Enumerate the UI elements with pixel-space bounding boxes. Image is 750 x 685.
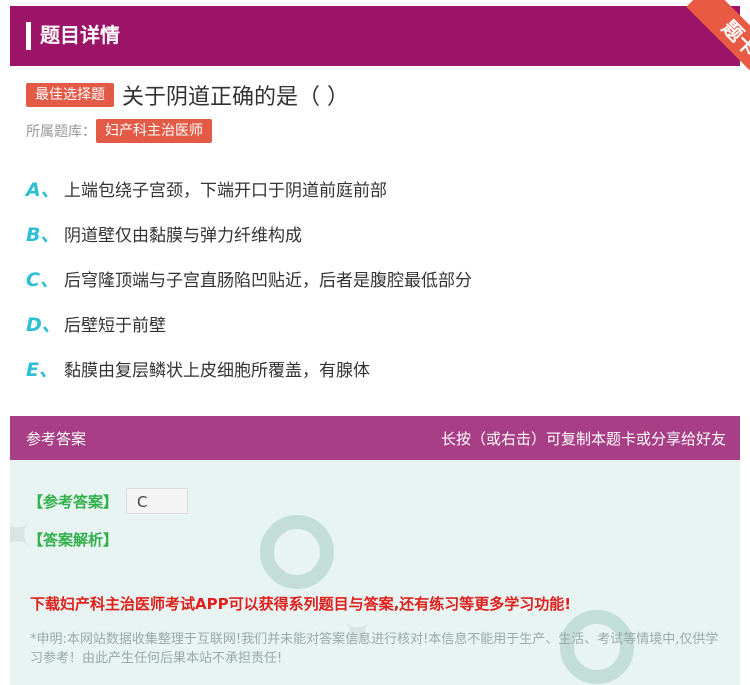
option-text: 后穹隆顶端与子宫直肠陷凹贴近，后者是腹腔最低部分: [64, 270, 472, 291]
option-letter: E、: [26, 358, 58, 381]
option-a[interactable]: A、 上端包绕子宫颈，下端开口于阴道前庭前部: [26, 174, 387, 202]
app-download-link[interactable]: 下载妇产科主治医师考试APP可以获得系列题目与答案,还有练习等更多学习功能!: [30, 593, 571, 614]
question-text: 关于阴道正确的是（ ）: [122, 85, 349, 110]
option-letter: D、: [26, 313, 61, 336]
option-letter: A、: [26, 178, 60, 201]
option-letter: C、: [26, 268, 59, 291]
question-bank-line: 所属题库： 妇产科主治医师: [26, 119, 212, 143]
answer-row: 【参考答案】 C: [28, 488, 189, 514]
page-title: 题目详情: [40, 23, 120, 47]
option-c[interactable]: C、 后穹隆顶端与子宫直肠陷凹贴近，后者是腹腔最低部分: [26, 264, 472, 292]
option-b[interactable]: B、 阴道壁仅由黏膜与弹力纤维构成: [26, 219, 302, 247]
bank-label: 所属题库：: [26, 124, 96, 140]
header-accent-bar: [26, 22, 31, 50]
question-card-ribbon: 题卡: [666, 0, 750, 90]
bank-link[interactable]: 妇产科主治医师: [96, 119, 212, 143]
ribbon-label: 题卡: [686, 0, 750, 90]
option-text: 黏膜由复层鳞状上皮细胞所覆盖，有腺体: [64, 360, 370, 381]
watermark-logo-icon: [260, 515, 334, 589]
analysis-label: 【答案解析】: [28, 531, 119, 549]
option-e[interactable]: E、 黏膜由复层鳞状上皮细胞所覆盖，有腺体: [26, 354, 370, 382]
page-header: 题目详情: [10, 6, 740, 66]
question-line: 最佳选择题 关于阴道正确的是（ ）: [26, 80, 349, 110]
answer-label: 【参考答案】: [28, 492, 119, 511]
disclaimer-text: *申明:本网站数据收集整理于互联网!我们并未能对答案信息进行核对!本信息不能用于…: [30, 632, 719, 666]
answer-header-title: 参考答案: [26, 430, 87, 448]
option-text: 上端包绕子宫颈，下端开口于阴道前庭前部: [64, 180, 387, 201]
option-text: 后壁短于前壁: [64, 315, 166, 336]
question-type-badge: 最佳选择题: [26, 83, 114, 107]
option-text: 阴道壁仅由黏膜与弹力纤维构成: [64, 225, 302, 246]
answer-value: C: [126, 488, 189, 514]
option-letter: B、: [26, 223, 60, 246]
answer-header: 参考答案 长按（或右击）可复制本题卡或分享给好友: [10, 416, 740, 460]
answer-body: ✦ ✦ 【参考答案】 C 【答案解析】 下载妇产科主治医师考试APP可以获得系列…: [10, 460, 740, 685]
option-d[interactable]: D、 后壁短于前壁: [26, 309, 166, 337]
share-hint: 长按（或右击）可复制本题卡或分享给好友: [440, 430, 726, 448]
